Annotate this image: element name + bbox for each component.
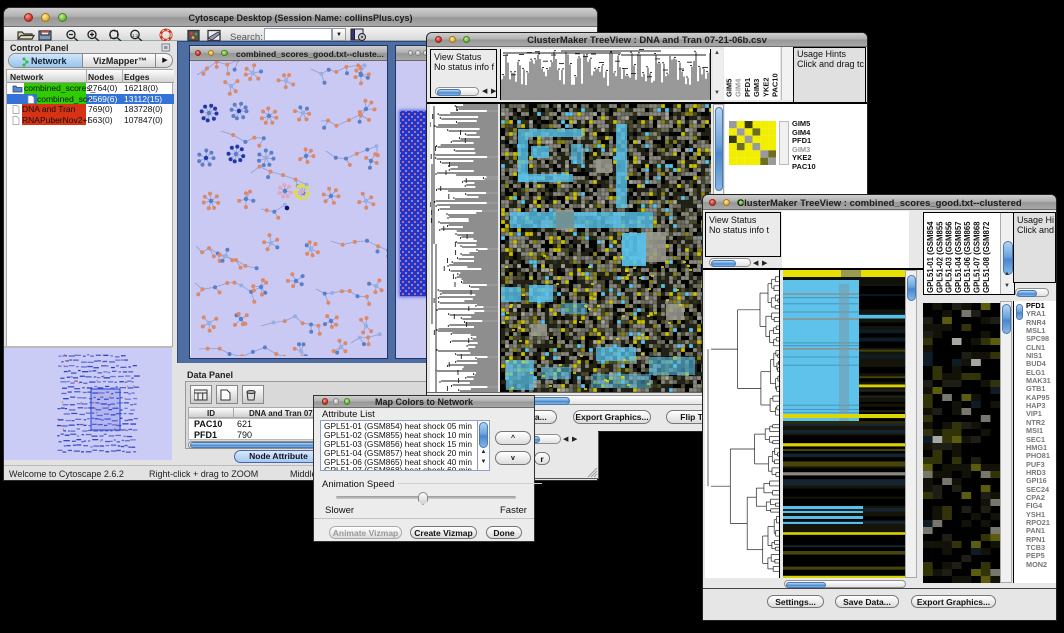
svg-text:GPL51-03 (GSM856: GPL51-03 (GSM856 <box>945 221 954 293</box>
svg-text:GIM5: GIM5 <box>725 79 734 97</box>
svg-text:YKE2: YKE2 <box>761 77 770 97</box>
svg-text:1:1: 1:1 <box>132 33 139 38</box>
svg-text:PAC10: PAC10 <box>771 73 780 97</box>
svg-text:GPL51-01 (GSM854: GPL51-01 (GSM854 <box>926 221 935 293</box>
svg-text:PFD1: PFD1 <box>743 78 752 97</box>
svg-text:GPL51-07 (GSM868: GPL51-07 (GSM868 <box>973 221 982 293</box>
svg-text:GPL51-06 (GSM865: GPL51-06 (GSM865 <box>963 221 972 293</box>
svg-text:GPL51-08 (GSM872: GPL51-08 (GSM872 <box>982 221 991 293</box>
svg-text:GPL51-02 (GSM855: GPL51-02 (GSM855 <box>935 221 944 293</box>
svg-text:GIM3: GIM3 <box>752 79 761 97</box>
svg-text:GPL51-04 (GSM857: GPL51-04 (GSM857 <box>954 221 963 293</box>
svg-text:GIM4: GIM4 <box>734 78 743 97</box>
